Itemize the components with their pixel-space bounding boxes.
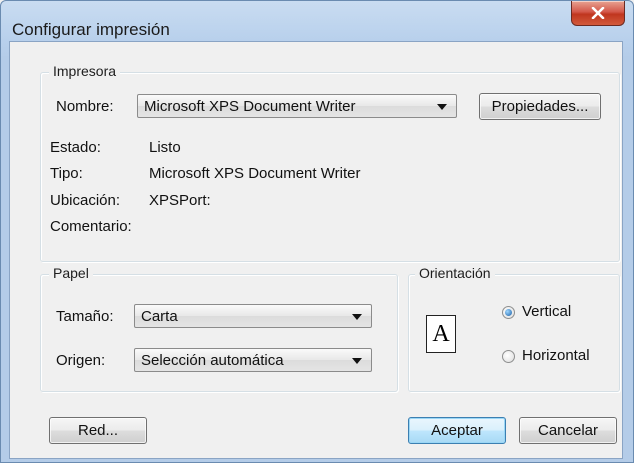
chevron-down-icon	[437, 104, 447, 110]
chevron-down-icon	[352, 358, 362, 364]
radio-horizontal-button[interactable]	[502, 350, 515, 363]
radio-vertical-button[interactable]	[502, 306, 515, 319]
chevron-down-icon	[352, 314, 362, 320]
type-label: Tipo:	[50, 165, 83, 182]
print-setup-dialog: Configurar impresión Impresora Nombre: M…	[0, 0, 634, 463]
properties-button[interactable]: Propiedades...	[479, 93, 601, 120]
radio-horizontal-label[interactable]: Horizontal	[522, 347, 590, 364]
paper-size-value: Carta	[141, 308, 178, 325]
radio-vertical-label[interactable]: Vertical	[522, 303, 571, 320]
comment-label: Comentario:	[50, 218, 132, 235]
paper-size-select[interactable]: Carta	[134, 304, 372, 328]
status-value: Listo	[149, 139, 181, 156]
paper-source-label: Origen:	[56, 352, 106, 369]
paper-group-label: Papel	[49, 265, 93, 281]
status-label: Estado:	[50, 139, 101, 156]
printer-name-select[interactable]: Microsoft XPS Document Writer	[137, 94, 457, 118]
location-value: XPSPort:	[149, 192, 211, 209]
dialog-body: Impresora Nombre: Microsoft XPS Document…	[9, 41, 623, 459]
paper-size-label: Tamaño:	[56, 308, 114, 325]
paper-group: Papel	[40, 265, 398, 392]
orientation-group-label: Orientación	[415, 265, 495, 281]
window-title: Configurar impresión	[12, 20, 170, 39]
printer-group-label: Impresora	[49, 63, 121, 79]
cancel-button[interactable]: Cancelar	[519, 417, 617, 444]
printer-name-value: Microsoft XPS Document Writer	[144, 98, 356, 115]
close-icon	[591, 7, 605, 19]
paper-source-select[interactable]: Selección automática	[134, 348, 372, 372]
ok-button[interactable]: Aceptar	[408, 417, 506, 444]
close-button[interactable]	[571, 1, 625, 26]
portrait-page-icon: A	[426, 315, 456, 353]
printer-name-label: Nombre:	[56, 98, 114, 115]
network-button[interactable]: Red...	[49, 417, 147, 444]
paper-source-value: Selección automática	[141, 352, 284, 369]
location-label: Ubicación:	[50, 192, 121, 209]
type-value: Microsoft XPS Document Writer	[149, 165, 361, 182]
